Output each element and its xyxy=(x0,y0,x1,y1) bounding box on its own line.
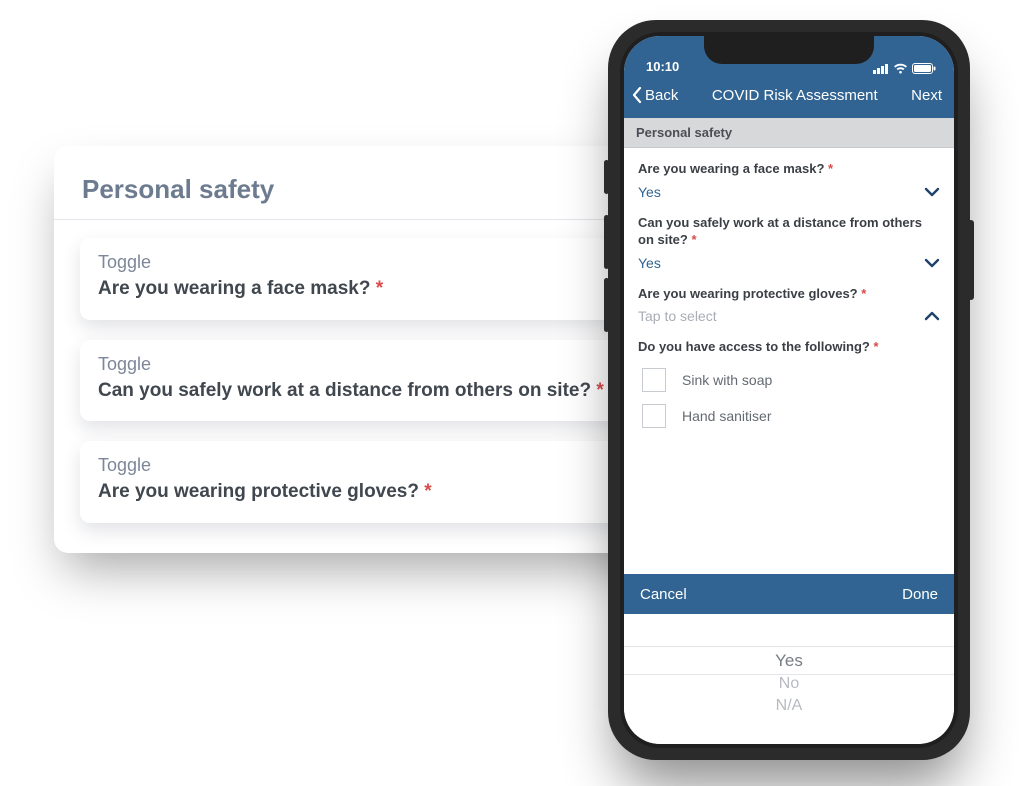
cancel-button[interactable]: Cancel xyxy=(640,586,687,603)
section-header: Personal safety xyxy=(624,118,954,148)
chevron-down-icon xyxy=(924,257,940,269)
field-card[interactable]: Toggle Can you safely work at a distance… xyxy=(80,340,653,422)
question-block: Are you wearing a face mask? * Yes xyxy=(638,160,940,200)
next-button[interactable]: Next xyxy=(911,87,942,104)
checkbox-label: Sink with soap xyxy=(682,372,772,388)
phone-side-button xyxy=(968,220,974,300)
dropdown-value: Yes xyxy=(638,255,661,271)
done-button[interactable]: Done xyxy=(902,586,938,603)
picker-option[interactable]: N/A xyxy=(776,695,803,717)
form-content: Are you wearing a face mask? * Yes Can y… xyxy=(624,148,954,454)
picker-line xyxy=(624,674,954,675)
chevron-down-icon xyxy=(924,186,940,198)
question-text: Are you wearing a face mask? xyxy=(638,161,824,176)
nav-bar: Back COVID Risk Assessment Next xyxy=(624,76,954,118)
checkbox-label: Hand sanitiser xyxy=(682,408,772,424)
field-question: Are you wearing protective gloves? * xyxy=(98,480,635,505)
required-marker: * xyxy=(596,380,603,401)
picker-wheel[interactable]: Yes No N/A xyxy=(624,614,954,744)
status-indicators xyxy=(873,63,936,74)
required-marker: * xyxy=(376,278,383,299)
question-block: Do you have access to the following? * S… xyxy=(638,338,940,434)
phone-screen: 10:10 Back COVID Risk Assessment Next Pe… xyxy=(624,36,954,744)
phone-volume-down xyxy=(604,278,609,332)
question-label: Are you wearing a face mask? * xyxy=(638,160,940,178)
back-label: Back xyxy=(645,87,678,104)
divider xyxy=(54,219,679,220)
required-marker: * xyxy=(691,232,696,247)
question-label: Can you safely work at a distance from o… xyxy=(638,214,940,249)
battery-icon xyxy=(912,63,936,74)
dropdown-placeholder: Tap to select xyxy=(638,308,717,324)
question-block: Are you wearing protective gloves? * Tap… xyxy=(638,285,940,325)
required-marker: * xyxy=(424,481,431,502)
field-question: Are you wearing a face mask? * xyxy=(98,277,635,302)
field-type-label: Toggle xyxy=(98,252,635,273)
phone-volume-up xyxy=(604,215,609,269)
wifi-icon xyxy=(893,63,908,74)
back-button[interactable]: Back xyxy=(630,86,678,104)
question-text: Can you safely work at a distance from o… xyxy=(638,215,922,248)
chevron-left-icon xyxy=(630,86,644,104)
question-text: Are you wearing protective gloves? xyxy=(638,286,858,301)
phone-frame: 10:10 Back COVID Risk Assessment Next Pe… xyxy=(608,20,970,760)
checkbox-row[interactable]: Hand sanitiser xyxy=(638,398,940,434)
section-title: Personal safety xyxy=(80,168,653,219)
picker-toolbar: Cancel Done xyxy=(624,574,954,614)
status-time: 10:10 xyxy=(646,59,679,74)
question-block: Can you safely work at a distance from o… xyxy=(638,214,940,271)
required-marker: * xyxy=(861,286,866,301)
checkbox-row[interactable]: Sink with soap xyxy=(638,362,940,398)
required-marker: * xyxy=(874,339,879,354)
checkbox[interactable] xyxy=(642,404,666,428)
field-question-text: Can you safely work at a distance from o… xyxy=(98,380,591,401)
field-type-label: Toggle xyxy=(98,354,635,375)
dropdown-field[interactable]: Yes xyxy=(638,184,940,200)
field-question-text: Are you wearing a face mask? xyxy=(98,278,370,299)
field-type-label: Toggle xyxy=(98,455,635,476)
picker-option[interactable]: Yes xyxy=(775,650,803,673)
chevron-up-icon xyxy=(924,310,940,322)
cellular-icon xyxy=(873,63,889,74)
field-card[interactable]: Toggle Are you wearing a face mask? * xyxy=(80,238,653,320)
nav-title: COVID Risk Assessment xyxy=(712,87,878,104)
field-card[interactable]: Toggle Are you wearing protective gloves… xyxy=(80,441,653,523)
phone-notch xyxy=(704,36,874,64)
required-marker: * xyxy=(828,161,833,176)
picker-line xyxy=(624,646,954,647)
question-text: Do you have access to the following? xyxy=(638,339,870,354)
phone-inner: 10:10 Back COVID Risk Assessment Next Pe… xyxy=(620,32,958,748)
phone-mute-switch xyxy=(604,160,609,194)
form-builder-card: Personal safety Toggle Are you wearing a… xyxy=(54,146,679,553)
question-label: Are you wearing protective gloves? * xyxy=(638,285,940,303)
dropdown-value: Yes xyxy=(638,184,661,200)
field-question-text: Are you wearing protective gloves? xyxy=(98,481,419,502)
dropdown-field[interactable]: Tap to select xyxy=(638,308,940,324)
dropdown-field[interactable]: Yes xyxy=(638,255,940,271)
question-label: Do you have access to the following? * xyxy=(638,338,940,356)
picker-option[interactable]: No xyxy=(779,673,799,695)
field-question: Can you safely work at a distance from o… xyxy=(98,379,635,404)
checkbox[interactable] xyxy=(642,368,666,392)
